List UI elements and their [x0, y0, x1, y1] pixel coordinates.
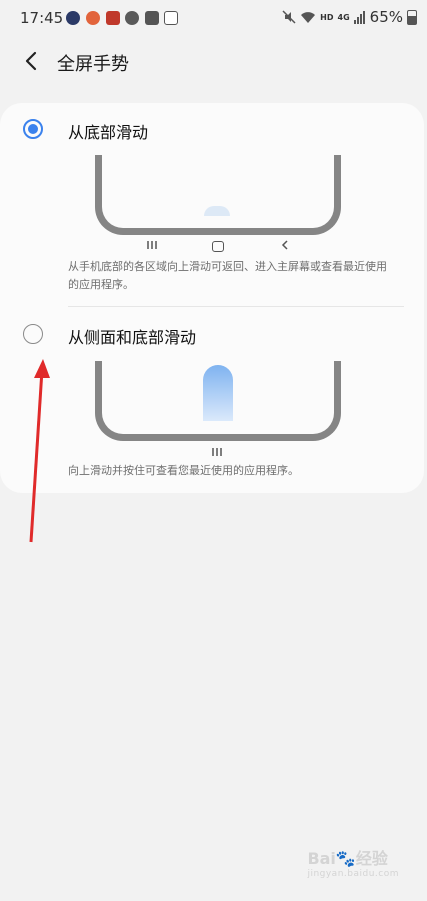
- watermark-brand-suffix: 经验: [355, 849, 388, 868]
- watermark: Bai🐾经验 jingyan.baidu.com: [307, 845, 399, 879]
- paw-logo: 🐾: [335, 849, 356, 868]
- annotation-arrow: [29, 359, 50, 543]
- watermark-brand: Bai: [307, 849, 336, 868]
- watermark-url: jingyan.baidu.com: [307, 869, 399, 879]
